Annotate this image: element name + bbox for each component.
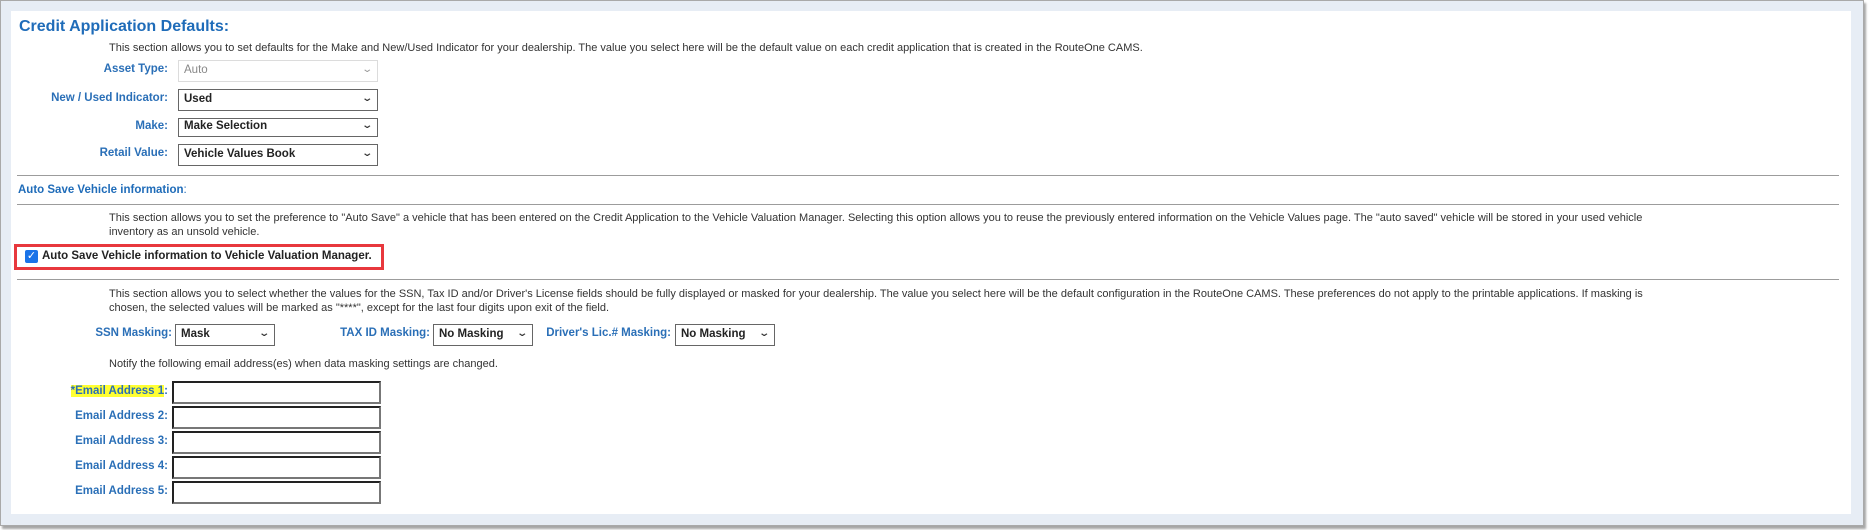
tax-id-masking-select[interactable]: No Masking ⌄: [433, 324, 533, 346]
retail-value-label: Retail Value:: [99, 147, 168, 159]
chevron-down-icon: ⌄: [515, 328, 528, 339]
auto-save-heading: Auto Save Vehicle information:: [18, 184, 187, 196]
auto-save-heading-colon: :: [183, 184, 187, 196]
highlight-box: ✓ Auto Save Vehicle information to Vehic…: [14, 244, 384, 270]
email-3-label: Email Address 3:: [75, 435, 168, 447]
auto-save-checkbox[interactable]: ✓: [25, 250, 38, 263]
email-1-label-text: *Email Address 1: [70, 385, 165, 397]
ssn-masking-label: SSN Masking:: [95, 327, 172, 339]
email-1-label-colon: :: [164, 385, 168, 397]
ssn-masking-select[interactable]: Mask ⌄: [175, 324, 275, 346]
new-used-indicator-label: New / Used Indicator:: [51, 92, 168, 104]
make-label: Make:: [135, 120, 168, 132]
chevron-down-icon: ⌄: [757, 328, 770, 339]
divider: [17, 204, 1839, 205]
masking-description: This section allows you to select whethe…: [109, 287, 1809, 315]
email-address-4-input[interactable]: [172, 456, 381, 479]
email-address-5-input[interactable]: [172, 481, 381, 504]
asset-type-value: Auto: [184, 64, 208, 76]
auto-save-checkbox-label[interactable]: Auto Save Vehicle information to Vehicle…: [42, 250, 372, 262]
auto-save-description-line1: This section allows you to set the prefe…: [109, 212, 1643, 224]
drivers-lic-masking-label: Driver's Lic.# Masking:: [546, 327, 671, 339]
masking-description-line1: This section allows you to select whethe…: [109, 288, 1643, 300]
asset-type-label: Asset Type:: [103, 63, 168, 75]
chevron-down-icon: ⌄: [360, 148, 373, 159]
email-1-label: *Email Address 1:: [11, 385, 168, 397]
email-address-3-input[interactable]: [172, 431, 381, 454]
email-2-label: Email Address 2:: [75, 410, 168, 422]
page-frame: Credit Application Defaults: This sectio…: [0, 0, 1864, 526]
email-address-2-input[interactable]: [172, 406, 381, 429]
auto-save-heading-text: Auto Save Vehicle information: [18, 184, 184, 196]
divider: [17, 279, 1839, 280]
auto-save-description-line2: inventory as an unsold vehicle.: [109, 226, 260, 238]
notify-text: Notify the following email address(es) w…: [109, 358, 498, 370]
chevron-down-icon: ⌄: [257, 328, 270, 339]
new-used-indicator-value: Used: [184, 93, 213, 105]
section-title-credit-defaults: Credit Application Defaults:: [19, 18, 230, 35]
tax-id-masking-label: TAX ID Masking:: [340, 327, 430, 339]
divider: [17, 175, 1839, 176]
drivers-lic-masking-value: No Masking: [681, 328, 746, 340]
ssn-masking-value: Mask: [181, 328, 210, 340]
masking-description-line2: chosen, the selected values will be mark…: [109, 302, 610, 314]
tax-id-masking-value: No Masking: [439, 328, 504, 340]
chevron-down-icon: ⌄: [360, 93, 373, 104]
new-used-indicator-select[interactable]: Used ⌄: [178, 89, 378, 111]
email-address-1-input[interactable]: [172, 381, 381, 404]
drivers-lic-masking-select[interactable]: No Masking ⌄: [675, 324, 775, 346]
email-4-label: Email Address 4:: [75, 460, 168, 472]
chevron-down-icon: ⌄: [360, 120, 373, 131]
email-5-label: Email Address 5:: [75, 485, 168, 497]
make-value: Make Selection: [184, 120, 268, 132]
credit-defaults-description: This section allows you to set defaults …: [109, 42, 1143, 54]
make-select[interactable]: Make Selection ⌄: [178, 118, 378, 137]
auto-save-description: This section allows you to set the prefe…: [109, 211, 1799, 239]
retail-value-select[interactable]: Vehicle Values Book ⌄: [178, 144, 378, 166]
chevron-down-icon: ⌄: [360, 64, 373, 75]
retail-value-value: Vehicle Values Book: [184, 148, 296, 160]
asset-type-select[interactable]: Auto ⌄: [178, 60, 378, 82]
settings-panel: Credit Application Defaults: This sectio…: [11, 11, 1851, 514]
